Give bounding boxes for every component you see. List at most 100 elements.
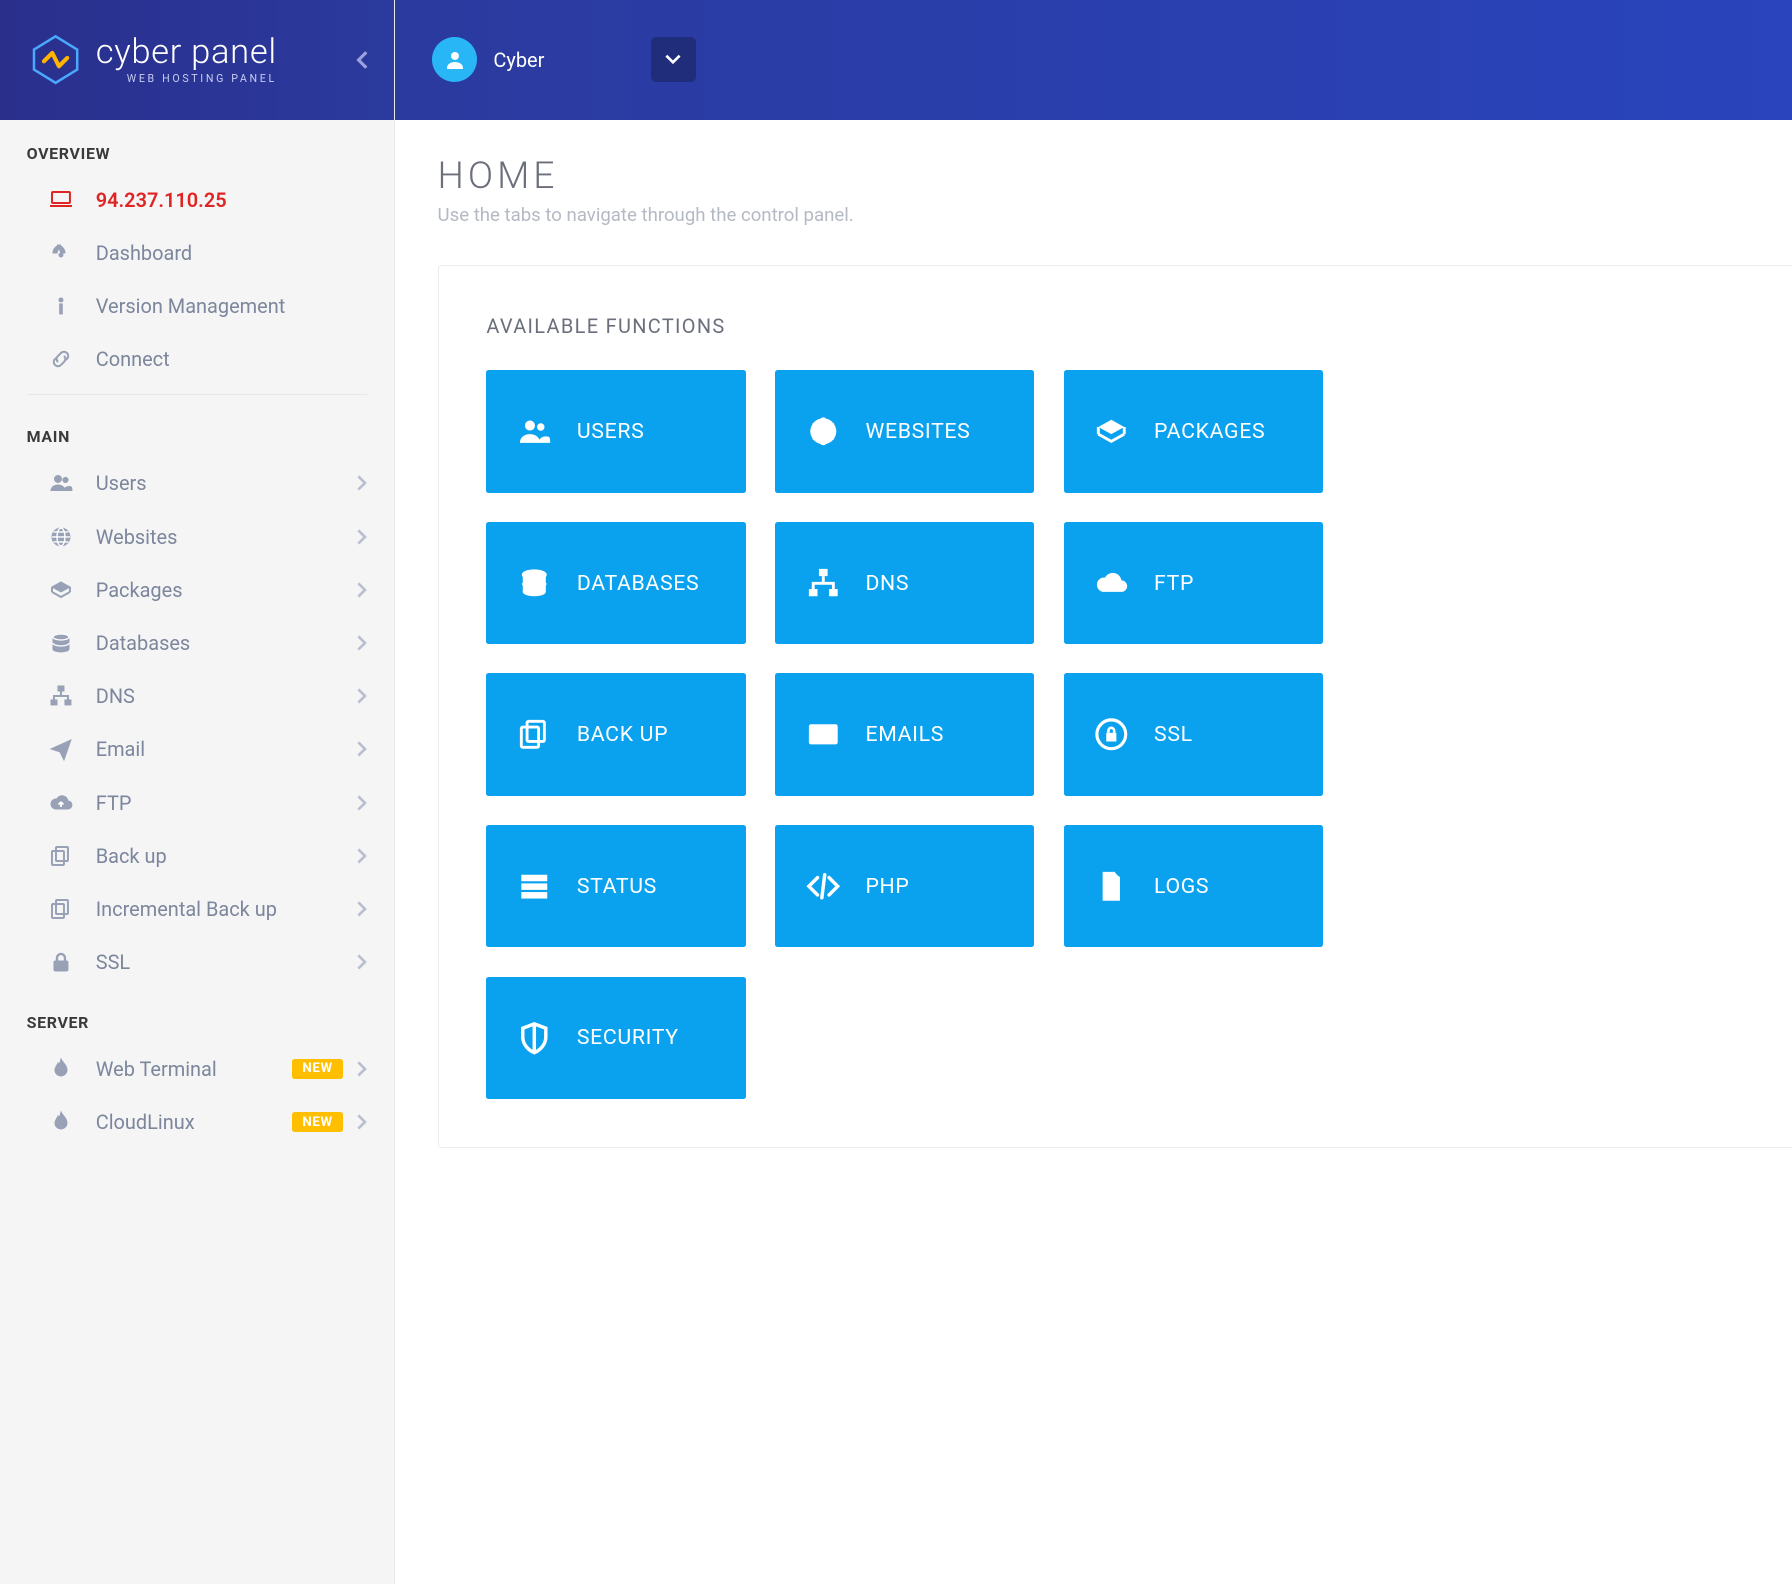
sidebar-item-label: Websites	[96, 525, 357, 549]
chevron-right-icon	[357, 582, 368, 598]
flame-icon	[48, 1056, 75, 1083]
brand-sub: WEB HOSTING PANEL	[96, 74, 277, 85]
brand-name: cyber panel	[96, 35, 277, 70]
tile-ftp[interactable]: FTP	[1064, 522, 1323, 644]
sidebar-collapse-button[interactable]	[349, 47, 376, 74]
sidebar-item-label: FTP	[96, 791, 357, 815]
sidebar-item-connect[interactable]: Connect	[0, 333, 394, 386]
info-icon	[48, 293, 75, 320]
sidebar-section-title: OVERVIEW	[0, 120, 394, 174]
tile-logs[interactable]: LOGS	[1064, 825, 1323, 947]
sidebar-item-dns[interactable]: DNS	[0, 670, 394, 723]
tile-databases[interactable]: DATABASES	[486, 522, 745, 644]
shield-icon	[516, 1019, 553, 1056]
sidebar-item-dashboard[interactable]: Dashboard	[0, 226, 394, 279]
user-chip[interactable]: Cyber	[432, 37, 544, 82]
sidebar-item-label: Web Terminal	[96, 1057, 292, 1081]
server-list-icon	[516, 868, 553, 905]
laptop-icon	[48, 187, 75, 214]
sidebar-item-label: Dashboard	[96, 241, 368, 265]
copy-icon	[48, 842, 75, 869]
tile-label: STATUS	[577, 874, 657, 899]
tile-label: EMAILS	[865, 722, 944, 747]
tile-backup[interactable]: BACK UP	[486, 673, 745, 795]
sidebar-item-users[interactable]: Users	[0, 457, 394, 510]
sidebar-item-label: Incremental Back up	[96, 897, 357, 921]
user-dropdown-button[interactable]	[651, 37, 696, 82]
tile-status[interactable]: STATUS	[486, 825, 745, 947]
sidebar-item-label: 94.237.110.25	[96, 188, 368, 212]
page-title: HOME	[438, 154, 1792, 198]
tile-websites[interactable]: WEBSITES	[775, 370, 1034, 492]
chevron-right-icon	[357, 635, 368, 651]
tile-security[interactable]: SECURITY	[486, 977, 745, 1099]
sidebar: cyber panel WEB HOSTING PANEL OVERVIEW 94…	[0, 0, 395, 1584]
sidebar-item-label: CloudLinux	[96, 1110, 292, 1134]
cloud-up-icon	[48, 789, 75, 816]
chevron-right-icon	[357, 475, 368, 491]
code-icon	[804, 868, 841, 905]
users-icon	[516, 413, 553, 450]
sidebar-item-email[interactable]: Email	[0, 723, 394, 776]
tile-emails[interactable]: EMAILS	[775, 673, 1034, 795]
sidebar-item-webterminal[interactable]: Web TerminalNEW	[0, 1042, 394, 1095]
sidebar-item-label: DNS	[96, 684, 357, 708]
sidebar-item-label: SSL	[96, 950, 357, 974]
database-icon	[48, 630, 75, 657]
sidebar-item-ftp[interactable]: FTP	[0, 776, 394, 829]
brand-logo-icon	[29, 33, 82, 86]
chevron-right-icon	[357, 688, 368, 704]
sidebar-item-ssl[interactable]: SSL	[0, 936, 394, 989]
tile-label: PACKAGES	[1154, 419, 1265, 444]
tile-label: SECURITY	[577, 1025, 679, 1050]
database-icon	[516, 564, 553, 601]
sidebar-item-databases[interactable]: Databases	[0, 616, 394, 669]
sitemap-icon	[48, 683, 75, 710]
sidebar-item-backup[interactable]: Back up	[0, 829, 394, 882]
tile-ssl[interactable]: SSL	[1064, 673, 1323, 795]
topbar: Cyber	[395, 0, 1792, 120]
link-icon	[48, 346, 75, 373]
sidebar-item-websites[interactable]: Websites	[0, 510, 394, 563]
sitemap-icon	[804, 564, 841, 601]
chevron-right-icon	[357, 848, 368, 864]
file-icon	[1093, 868, 1130, 905]
sidebar-item-label: Users	[96, 471, 357, 495]
chevron-right-icon	[357, 1061, 368, 1077]
copy-icon	[516, 716, 553, 753]
sidebar-item-packages[interactable]: Packages	[0, 563, 394, 616]
tile-label: DNS	[865, 571, 909, 596]
sidebar-section-title: MAIN	[0, 403, 394, 457]
tile-php[interactable]: PHP	[775, 825, 1034, 947]
functions-panel: AVAILABLE FUNCTIONS USERS WEBSITES PACKAGE…	[438, 265, 1792, 1147]
tile-label: FTP	[1154, 571, 1194, 596]
lock-circle-icon	[1093, 716, 1130, 753]
chevron-right-icon	[357, 901, 368, 917]
functions-heading: AVAILABLE FUNCTIONS	[486, 314, 1792, 338]
send-icon	[48, 736, 75, 763]
tile-packages[interactable]: PACKAGES	[1064, 370, 1323, 492]
new-badge: NEW	[292, 1112, 344, 1132]
tile-label: WEBSITES	[865, 419, 970, 444]
sidebar-item-label: Connect	[96, 347, 368, 371]
copy-icon	[48, 896, 75, 923]
sidebar-item-ip[interactable]: 94.237.110.25	[0, 173, 394, 226]
sidebar-item-label: Back up	[96, 844, 357, 868]
sidebar-item-label: Databases	[96, 631, 357, 655]
sidebar-item-incbackup[interactable]: Incremental Back up	[0, 882, 394, 935]
packages-icon	[1093, 413, 1130, 450]
tile-label: USERS	[577, 419, 645, 444]
cloud-up-icon	[1093, 564, 1130, 601]
chevron-right-icon	[357, 795, 368, 811]
chevron-right-icon	[357, 741, 368, 757]
brand-bar: cyber panel WEB HOSTING PANEL	[0, 0, 394, 120]
tile-dns[interactable]: DNS	[775, 522, 1034, 644]
tile-users[interactable]: USERS	[486, 370, 745, 492]
sidebar-section-title: SERVER	[0, 989, 394, 1043]
sidebar-item-version[interactable]: Version Management	[0, 280, 394, 333]
tile-label: DATABASES	[577, 571, 699, 596]
globe-icon	[804, 413, 841, 450]
sidebar-item-cloudlinux[interactable]: CloudLinuxNEW	[0, 1095, 394, 1148]
packages-icon	[48, 577, 75, 604]
tile-label: PHP	[865, 874, 909, 899]
